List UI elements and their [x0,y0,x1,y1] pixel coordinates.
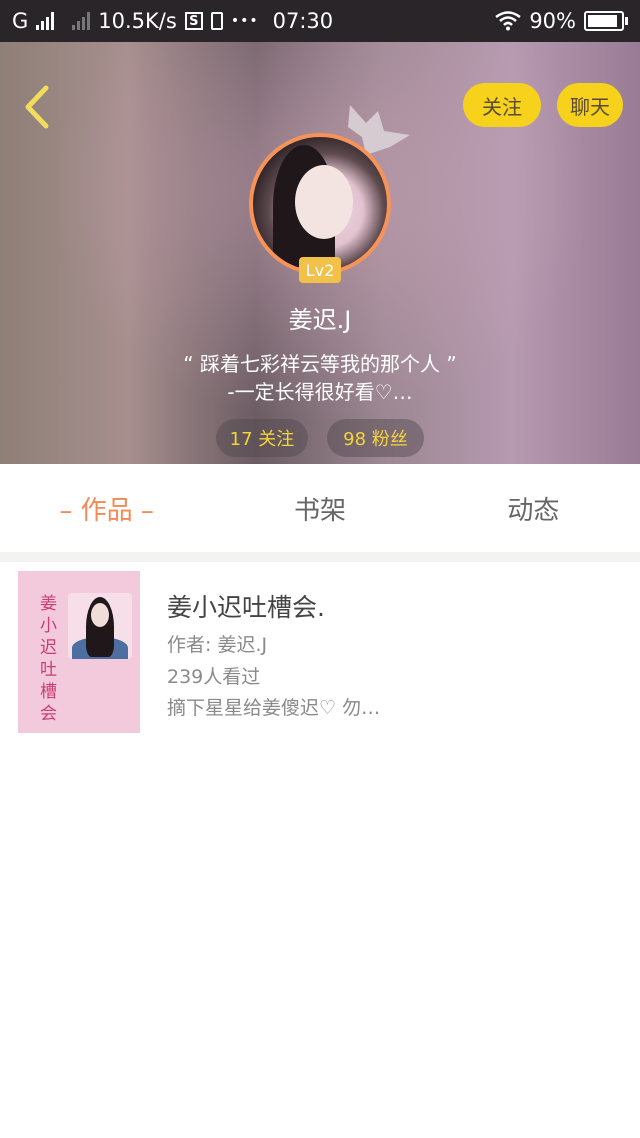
wifi-icon [495,11,522,31]
cover-photo [68,593,132,659]
phone-icon [210,12,223,30]
following-count[interactable]: 17 关注 [216,419,308,457]
bio-line-1: “ 踩着七彩祥云等我的那个人 ” [183,352,457,376]
tab-works[interactable]: – 作品 – [0,490,213,527]
profile-header: 关注 聊天 Lv2 姜迟.J “ 踩着七彩祥云等我的那个人 ” -一定长得很好看… [0,42,640,464]
book-cover[interactable]: 姜小迟吐槽会 [18,571,140,733]
bio-line-2: -一定长得很好看♡… [227,380,413,404]
fans-count[interactable]: 98 粉丝 [327,419,424,457]
book-views: 239人看过 [167,666,261,688]
carrier-label: G [12,9,29,33]
network-speed: 10.5K/s [98,9,177,33]
tab-activity[interactable]: 动态 [427,490,640,527]
follow-button[interactable]: 关注 [463,83,541,127]
signal-icon-secondary [72,12,91,30]
book-description: 摘下星星给姜傻迟♡ 勿… [167,697,381,719]
battery-icon [584,11,628,31]
username: 姜迟.J [288,306,352,334]
more-icon: ••• [230,13,259,29]
chat-button[interactable]: 聊天 [557,83,623,127]
profile-tabs: – 作品 – 书架 动态 [0,464,640,552]
book-card[interactable]: 姜小迟吐槽会 姜小迟吐槽会. 作者: 姜迟.J 239人看过 摘下星星给姜傻迟♡… [9,562,631,744]
status-bar: G 10.5K/s S ••• 07:30 90% [0,0,640,42]
section-divider [0,552,640,562]
signal-icon [36,12,55,30]
level-badge: Lv2 [299,257,341,283]
avatar[interactable] [249,133,391,275]
book-title[interactable]: 姜小迟吐槽会. [167,588,325,624]
book-author: 作者: 姜迟.J [167,634,268,656]
s-app-icon: S [184,12,203,30]
battery-percent: 90% [529,9,576,33]
clock: 07:30 [272,9,334,33]
back-arrow-icon[interactable] [18,82,58,132]
tab-bookshelf[interactable]: 书架 [213,490,426,527]
cover-title: 姜小迟吐槽会 [40,594,57,724]
bio: “ 踩着七彩祥云等我的那个人 ” -一定长得很好看♡… [0,350,640,406]
